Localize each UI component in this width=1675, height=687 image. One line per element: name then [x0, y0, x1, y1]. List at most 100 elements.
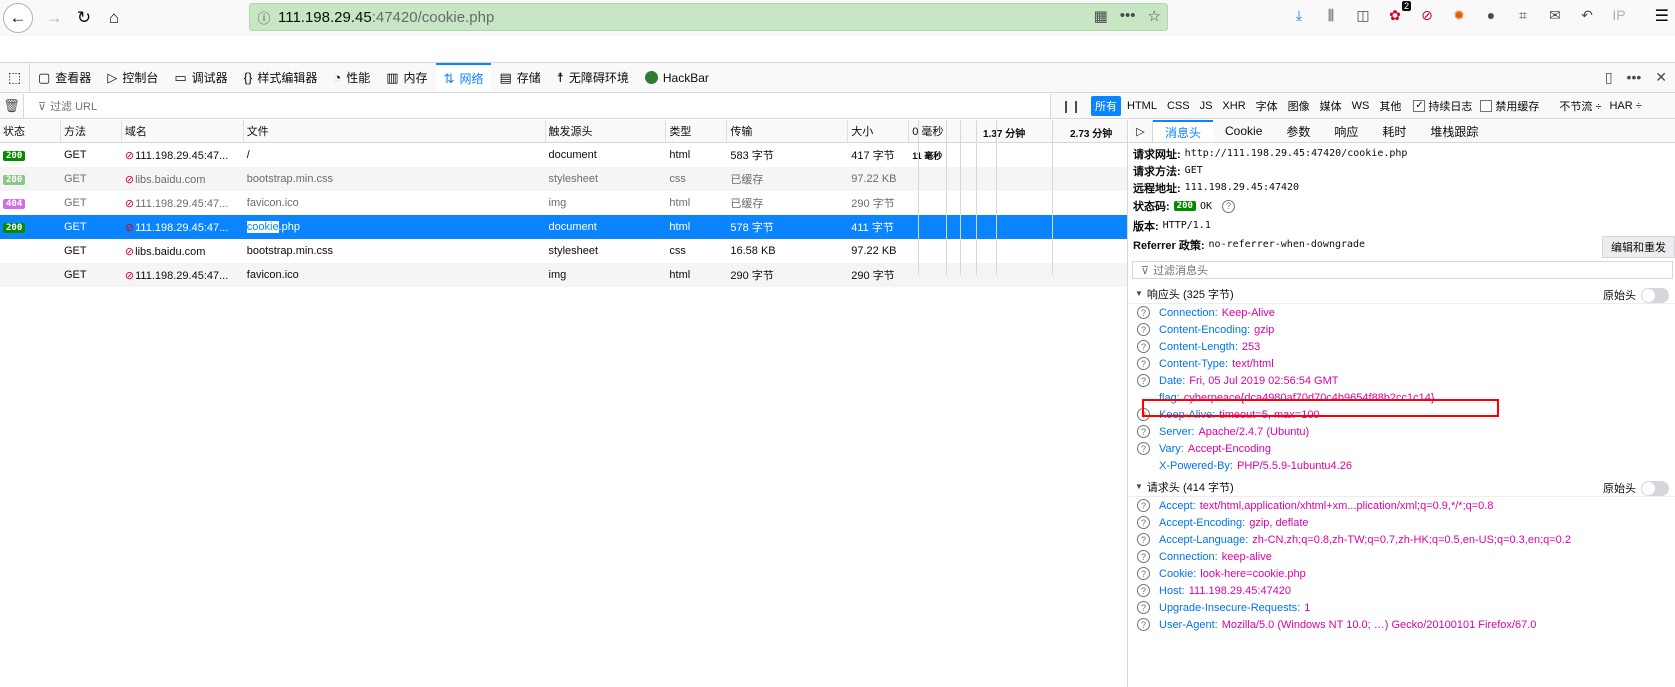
help-icon[interactable]: ?	[1137, 584, 1150, 597]
table-row[interactable]: GET ⊘111.198.29.45:47... favicon.ico img htm…	[0, 263, 1127, 287]
header-row[interactable]: ? Content-Encoding: gzip	[1129, 321, 1675, 338]
tab-timings[interactable]: 耗时	[1370, 120, 1418, 142]
header-row[interactable]: ? Cookie: look-here=cookie.php	[1129, 565, 1675, 582]
extension-icon[interactable]: ✿ 2	[1386, 1, 1411, 24]
tab-accessibility[interactable]: ☨ 无障碍环境	[549, 63, 637, 92]
filter-js[interactable]: JS	[1196, 98, 1217, 114]
header-row[interactable]: ?X-Powered-By:PHP/5.5.9-1ubuntu4.26	[1129, 457, 1675, 474]
tab-response[interactable]: 响应	[1322, 120, 1370, 142]
header-row[interactable]: ? Server: Apache/2.4.7 (Ubuntu)	[1129, 423, 1675, 440]
url-bar[interactable]: ⓘ 111.198.29.45:47420/cookie.php ▦ ••• ☆	[249, 3, 1168, 31]
devtools-menu-icon[interactable]: •••	[1627, 69, 1642, 86]
header-row[interactable]: ? Connection: Keep-Alive	[1129, 304, 1675, 321]
tab-debugger[interactable]: ▭ 调试器	[166, 63, 235, 92]
header-row[interactable]: ? Accept-Encoding: gzip, deflate	[1129, 514, 1675, 531]
col-type[interactable]: 类型	[666, 120, 728, 142]
header-row[interactable]: ? User-Agent: Mozilla/5.0 (Windows NT 10.0…	[1129, 616, 1675, 633]
table-row[interactable]: 200 GET ⊘libs.baidu.com bootstrap.min.css st…	[0, 167, 1127, 191]
clear-trash-icon[interactable]: 🗑	[0, 94, 24, 118]
tab-network[interactable]: ⇅ 网络	[435, 63, 492, 92]
edit-resend-button[interactable]: 编辑和重发	[1602, 236, 1675, 258]
header-row[interactable]: ? Host: 111.198.29.45:47420	[1129, 582, 1675, 599]
table-row[interactable]: 404 GET ⊘111.198.29.45:47... favicon.ico img…	[0, 191, 1127, 215]
header-row[interactable]: ? Vary: Accept-Encoding	[1129, 440, 1675, 457]
table-row[interactable]: GET ⊘libs.baidu.com bootstrap.min.css style…	[0, 239, 1127, 263]
filter-css[interactable]: CSS	[1163, 98, 1194, 114]
col-transferred[interactable]: 传输	[727, 120, 849, 142]
help-icon[interactable]: ?	[1137, 550, 1150, 563]
tab-stack-trace[interactable]: 堆栈跟踪	[1418, 120, 1490, 142]
url-filter-input[interactable]: ⊽ 过滤 URL	[24, 94, 1051, 118]
persist-log-checkbox[interactable]: ✓ 持续日志	[1413, 98, 1472, 114]
col-method[interactable]: 方法	[61, 120, 122, 142]
page-actions-icon[interactable]: •••	[1120, 7, 1136, 25]
header-row[interactable]: ? Upgrade-Insecure-Requests: 1	[1129, 599, 1675, 616]
sidebar-icon[interactable]: ◫	[1354, 6, 1372, 24]
header-row[interactable]: ? Date: Fri, 05 Jul 2019 02:56:54 GMT	[1129, 372, 1675, 389]
pause-button[interactable]: ❙❙	[1051, 99, 1091, 113]
help-icon[interactable]: ?	[1137, 499, 1150, 512]
toggle-sidebar-icon[interactable]: ▷	[1129, 120, 1153, 142]
col-size[interactable]: 大小	[848, 120, 910, 142]
qrcode-icon[interactable]: ▦	[1094, 7, 1108, 25]
help-icon[interactable]: ?	[1137, 425, 1150, 438]
tab-memory[interactable]: ▥ 内存	[378, 63, 435, 92]
help-icon[interactable]: ?	[1137, 601, 1150, 614]
help-icon[interactable]: ?	[1137, 442, 1150, 455]
library-icon[interactable]: ⫼	[1322, 6, 1340, 24]
header-filter-input[interactable]: ⊽ 过滤消息头	[1132, 261, 1673, 279]
response-headers-section[interactable]: ▼ 响应头 (325 字节) 原始头	[1129, 284, 1675, 304]
help-icon[interactable]: ?	[1137, 374, 1150, 387]
reload-button[interactable]: ↻	[69, 3, 99, 33]
request-headers-section[interactable]: ▼ 请求头 (414 字节) 原始头	[1129, 477, 1675, 497]
close-icon[interactable]: ✕	[1655, 69, 1667, 86]
hamburger-menu-icon[interactable]: ☰	[1655, 6, 1669, 26]
filter-xhr[interactable]: XHR	[1218, 98, 1249, 114]
header-row[interactable]: ? Content-Length: 253	[1129, 338, 1675, 355]
tab-performance[interactable]: ◔ 性能	[325, 63, 378, 92]
back-button[interactable]: ←	[3, 3, 33, 33]
blocked-extension-icon[interactable]: ⊘	[1418, 6, 1436, 24]
tab-cookies[interactable]: Cookie	[1213, 120, 1274, 142]
header-row[interactable]: ? Content-Type: text/html	[1129, 355, 1675, 372]
filter-ws[interactable]: WS	[1348, 98, 1374, 114]
ip-extension[interactable]: IP	[1610, 6, 1628, 24]
filter-all[interactable]: 所有	[1091, 96, 1121, 116]
help-icon[interactable]: ?	[1137, 323, 1150, 336]
dock-icon[interactable]: ▯	[1605, 69, 1613, 86]
col-file[interactable]: 文件	[244, 120, 546, 142]
chat-icon[interactable]: ✉	[1546, 6, 1564, 24]
header-row[interactable]: ? Accept-Language: zh-CN,zh;q=0.8,zh-TW;q=…	[1129, 531, 1675, 548]
tab-style-editor[interactable]: {} 样式编辑器	[236, 63, 326, 92]
help-icon[interactable]: ?	[1137, 306, 1150, 319]
info-icon[interactable]: ⓘ	[250, 8, 278, 27]
col-domain[interactable]: 域名	[122, 120, 244, 142]
filter-other[interactable]: 其他	[1375, 96, 1405, 116]
help-icon[interactable]: ?	[1137, 533, 1150, 546]
help-icon[interactable]: ?	[1137, 357, 1150, 370]
header-row[interactable]: ? Accept: text/html,application/xhtml+xm..…	[1129, 497, 1675, 514]
har-menu[interactable]: HAR ÷	[1609, 100, 1641, 112]
table-row[interactable]: 200 GET ⊘111.198.29.45:47... / document html 5…	[0, 143, 1127, 167]
help-icon[interactable]: ?	[1137, 618, 1150, 631]
help-icon[interactable]: ?	[1221, 199, 1235, 213]
bookmark-star-icon[interactable]: ☆	[1148, 7, 1161, 25]
filter-fonts[interactable]: 字体	[1252, 96, 1282, 116]
filter-media[interactable]: 媒体	[1316, 96, 1346, 116]
throttle-select[interactable]: 不节流 ÷	[1559, 98, 1601, 114]
raw-headers-toggle[interactable]: 原始头	[1603, 287, 1669, 303]
home-button[interactable]: ⌂	[99, 3, 129, 33]
col-status[interactable]: 状态	[0, 120, 61, 142]
crop-icon[interactable]: ⌗	[1514, 6, 1532, 24]
help-icon[interactable]: ?	[1137, 567, 1150, 580]
tab-headers[interactable]: 消息头	[1153, 120, 1214, 142]
table-row[interactable]: 200 GET ⊘111.198.29.45:47... cookie.php docu…	[0, 215, 1127, 239]
tab-params[interactable]: 参数	[1274, 120, 1322, 142]
tab-storage[interactable]: ▤ 存储	[491, 63, 548, 92]
avatar-extension-icon[interactable]: ●	[1482, 6, 1500, 24]
filter-html[interactable]: HTML	[1123, 98, 1161, 114]
element-picker-icon[interactable]: ⬚	[0, 63, 30, 92]
tab-console[interactable]: ▷ 控制台	[99, 63, 166, 92]
raw-headers-toggle[interactable]: 原始头	[1603, 480, 1669, 496]
disable-cache-checkbox[interactable]: 禁用缓存	[1480, 98, 1539, 114]
